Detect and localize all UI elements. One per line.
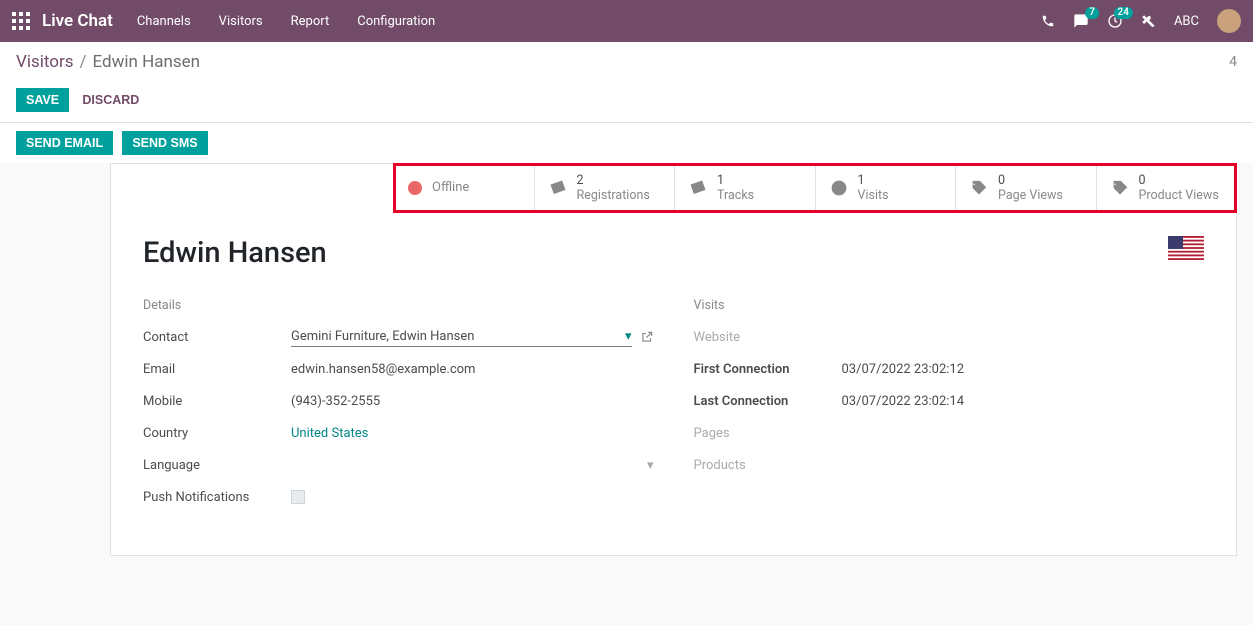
status-label: Offline [432, 180, 469, 195]
activity-badge: 24 [1114, 7, 1133, 19]
send-sms-button[interactable]: Send SMS [122, 131, 207, 155]
email-label: Email [143, 362, 291, 377]
country-flag-icon [1168, 236, 1204, 260]
language-select[interactable]: ▾ [291, 458, 654, 473]
mobile-label: Mobile [143, 394, 291, 409]
tools-icon[interactable] [1141, 14, 1156, 29]
menu-channels[interactable]: Channels [137, 14, 191, 29]
last-connection-value: 03/07/2022 23:02:14 [842, 394, 1205, 409]
dropdown-caret-icon[interactable]: ▾ [625, 329, 632, 344]
push-checkbox[interactable] [291, 490, 305, 504]
discard-button[interactable]: Discard [72, 88, 149, 112]
push-label: Push Notifications [143, 490, 291, 505]
tag-icon [1111, 179, 1129, 197]
primary-actions: Save Discard [0, 80, 1253, 123]
stat-tracks[interactable]: 1Tracks [674, 164, 815, 211]
breadcrumb-sep: / [80, 52, 87, 72]
messages-badge: 7 [1085, 7, 1099, 19]
secondary-actions: Send Email Send SMS [0, 123, 1253, 163]
avatar[interactable] [1217, 9, 1241, 33]
app-brand[interactable]: Live Chat [42, 11, 113, 31]
email-value: edwin.hansen58@example.com [291, 362, 654, 377]
country-value[interactable]: United States [291, 426, 654, 441]
country-label: Country [143, 426, 291, 441]
main-menu: Channels Visitors Report Configuration [137, 14, 435, 29]
dropdown-caret-icon[interactable]: ▾ [647, 458, 654, 473]
details-section-label: Details [143, 298, 654, 313]
visits-section-label: Visits [694, 298, 1205, 313]
contact-label: Contact [143, 330, 291, 345]
pages-label: Pages [694, 426, 842, 441]
ticket-icon [549, 179, 567, 197]
breadcrumb-parent[interactable]: Visitors [16, 52, 74, 72]
menu-configuration[interactable]: Configuration [357, 14, 435, 29]
contact-input[interactable]: Gemini Furniture, Edwin Hansen ▾ [291, 327, 632, 347]
save-button[interactable]: Save [16, 88, 69, 112]
record-title: Edwin Hansen [143, 236, 1204, 270]
menu-visitors[interactable]: Visitors [219, 14, 263, 29]
external-link-icon[interactable] [640, 330, 654, 344]
form-sheet: Offline 2Registrations 1Tracks 1Visits 0… [110, 163, 1237, 556]
stat-visits[interactable]: 1Visits [815, 164, 956, 211]
stat-bar: Offline 2Registrations 1Tracks 1Visits 0… [394, 164, 1236, 212]
phone-icon[interactable] [1041, 14, 1055, 28]
details-column: Details Contact Gemini Furniture, Edwin … [143, 298, 654, 515]
breadcrumb: Visitors / Edwin Hansen 4 [0, 42, 1253, 80]
language-label: Language [143, 458, 291, 473]
menu-report[interactable]: Report [291, 14, 330, 29]
navbar-right: 7 24 ABC [1041, 9, 1241, 33]
globe-icon [830, 179, 848, 197]
breadcrumb-current: Edwin Hansen [93, 52, 201, 72]
visits-column: Visits Website First Connection 03/07/20… [694, 298, 1205, 515]
mobile-value: (943)-352-2555 [291, 394, 654, 409]
stat-status[interactable]: Offline [394, 164, 534, 211]
website-label: Website [694, 330, 842, 345]
tag-icon [970, 179, 988, 197]
ticket-icon [689, 179, 707, 197]
stat-registrations[interactable]: 2Registrations [534, 164, 675, 211]
activity-icon[interactable]: 24 [1107, 13, 1123, 29]
last-connection-label: Last Connection [694, 394, 842, 409]
record-count: 4 [1229, 54, 1237, 70]
apps-icon[interactable] [12, 12, 30, 30]
first-connection-value: 03/07/2022 23:02:12 [842, 362, 1205, 377]
first-connection-label: First Connection [694, 362, 842, 377]
user-name[interactable]: ABC [1174, 14, 1199, 29]
stat-product-views[interactable]: 0Product Views [1096, 164, 1237, 211]
messages-icon[interactable]: 7 [1073, 13, 1089, 29]
send-email-button[interactable]: Send Email [16, 131, 113, 155]
navbar: Live Chat Channels Visitors Report Confi… [0, 0, 1253, 42]
status-dot-icon [408, 181, 422, 195]
products-label: Products [694, 458, 842, 473]
stat-page-views[interactable]: 0Page Views [955, 164, 1096, 211]
